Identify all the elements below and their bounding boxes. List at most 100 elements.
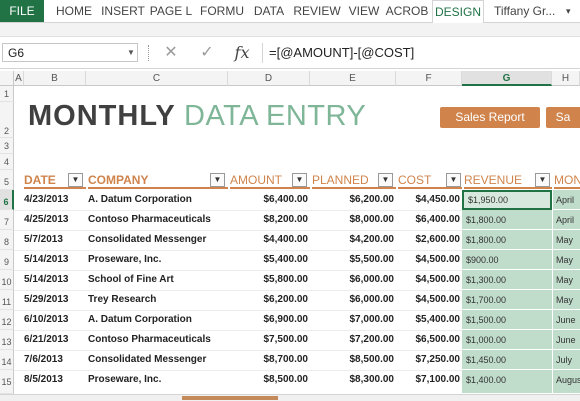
cell-cost[interactable]: $6,400.00 bbox=[396, 210, 461, 230]
cell-date[interactable]: 6/10/2013 bbox=[24, 310, 86, 330]
cell-date[interactable]: 5/14/2013 bbox=[24, 250, 86, 270]
sheet-tab-highlight[interactable] bbox=[182, 396, 278, 400]
column-header-a[interactable]: A bbox=[14, 71, 24, 86]
cell-cost[interactable]: $4,450.00 bbox=[396, 190, 461, 210]
cell-revenue-active[interactable]: $1,950.00 bbox=[462, 190, 552, 210]
row-header-7[interactable]: 7 bbox=[0, 210, 14, 230]
cell-planned[interactable]: $6,000.00 bbox=[310, 290, 395, 310]
amount-filter-dropdown-icon[interactable]: ▼ bbox=[292, 173, 307, 187]
row-header-5[interactable]: 5 bbox=[0, 170, 14, 190]
tab-review[interactable]: REVIEW bbox=[290, 0, 344, 22]
column-header-g[interactable]: G bbox=[462, 71, 552, 86]
cell-month[interactable]: April bbox=[552, 210, 580, 230]
row-header-8[interactable]: 8 bbox=[0, 230, 14, 250]
cell-revenue[interactable]: $1,450.00 bbox=[462, 350, 552, 370]
cell-company[interactable]: Contoso Pharmaceuticals bbox=[88, 210, 228, 230]
cell-date[interactable]: 8/5/2013 bbox=[24, 370, 86, 390]
insert-function-icon[interactable]: fx bbox=[230, 43, 254, 63]
column-header-c[interactable]: C bbox=[86, 71, 228, 86]
cell-company[interactable]: A. Datum Corporation bbox=[88, 310, 228, 330]
row-header-3[interactable]: 3 bbox=[0, 138, 14, 154]
tab-formulas[interactable]: FORMU bbox=[196, 0, 248, 22]
cell-planned[interactable]: $6,000.00 bbox=[310, 270, 395, 290]
cell-date[interactable]: 6/21/2013 bbox=[24, 330, 86, 350]
cell-amount[interactable]: $6,900.00 bbox=[228, 310, 309, 330]
cell-month[interactable]: June bbox=[552, 310, 580, 330]
tab-home[interactable]: HOME bbox=[50, 0, 98, 22]
cell-planned[interactable]: $8,000.00 bbox=[310, 210, 395, 230]
cancel-icon[interactable]: ✕ bbox=[160, 43, 182, 63]
cell-company[interactable]: Consolidated Messenger bbox=[88, 350, 228, 370]
cell-month[interactable]: June bbox=[552, 330, 580, 350]
row-header-10[interactable]: 10 bbox=[0, 270, 14, 290]
sales-report-button[interactable]: Sales Report bbox=[440, 107, 540, 128]
cell-planned[interactable]: $7,200.00 bbox=[310, 330, 395, 350]
cell-company[interactable]: Proseware, Inc. bbox=[88, 370, 228, 390]
cell-date[interactable]: 4/23/2013 bbox=[24, 190, 86, 210]
row-header-13[interactable]: 13 bbox=[0, 330, 14, 350]
column-header-b[interactable]: B bbox=[24, 71, 86, 86]
cell-company[interactable]: A. Datum Corporation bbox=[88, 190, 228, 210]
cell-amount[interactable]: $8,200.00 bbox=[228, 210, 309, 230]
date-filter-dropdown-icon[interactable]: ▼ bbox=[68, 173, 83, 187]
cell-month[interactable]: July bbox=[552, 350, 580, 370]
column-header-d[interactable]: D bbox=[228, 71, 310, 86]
formula-bar-grip[interactable] bbox=[148, 45, 152, 61]
row-header-4[interactable]: 4 bbox=[0, 154, 14, 170]
cell-planned[interactable]: $8,500.00 bbox=[310, 350, 395, 370]
tab-file[interactable]: FILE bbox=[0, 0, 44, 22]
cell-amount[interactable]: $8,500.00 bbox=[228, 370, 309, 390]
row-header-1[interactable]: 1 bbox=[0, 86, 14, 102]
row-header-6[interactable]: 6 bbox=[0, 190, 14, 210]
cell-cost[interactable]: $7,100.00 bbox=[396, 370, 461, 390]
cell-cost[interactable]: $2,600.00 bbox=[396, 230, 461, 250]
cell-amount[interactable]: $4,400.00 bbox=[228, 230, 309, 250]
cell-amount[interactable]: $6,400.00 bbox=[228, 190, 309, 210]
cell-amount[interactable]: $5,400.00 bbox=[228, 250, 309, 270]
second-report-button[interactable]: Sa bbox=[546, 107, 580, 128]
cell-planned[interactable]: $6,200.00 bbox=[310, 190, 395, 210]
cost-filter-dropdown-icon[interactable]: ▼ bbox=[446, 173, 461, 187]
cell-date[interactable]: 7/6/2013 bbox=[24, 350, 86, 370]
cell-month[interactable]: May bbox=[552, 270, 580, 290]
row-header-12[interactable]: 12 bbox=[0, 310, 14, 330]
cell-amount[interactable]: $8,700.00 bbox=[228, 350, 309, 370]
cell-cost[interactable]: $4,500.00 bbox=[396, 290, 461, 310]
row-header-2[interactable]: 2 bbox=[0, 102, 14, 138]
cell-date[interactable]: 4/25/2013 bbox=[24, 210, 86, 230]
select-all-corner[interactable] bbox=[0, 71, 14, 86]
enter-check-icon[interactable]: ✓ bbox=[196, 43, 218, 63]
cell-cost[interactable]: $4,500.00 bbox=[396, 250, 461, 270]
cell-company[interactable]: School of Fine Art bbox=[88, 270, 228, 290]
name-box-dropdown-icon[interactable]: ▼ bbox=[127, 43, 135, 62]
column-header-h[interactable]: H bbox=[552, 71, 580, 86]
cell-date[interactable]: 5/7/2013 bbox=[24, 230, 86, 250]
row-header-14[interactable]: 14 bbox=[0, 350, 14, 370]
cell-cost[interactable]: $5,400.00 bbox=[396, 310, 461, 330]
cell-revenue[interactable]: $1,300.00 bbox=[462, 270, 552, 290]
cell-cost[interactable]: $6,500.00 bbox=[396, 330, 461, 350]
tab-data[interactable]: DATA bbox=[250, 0, 288, 22]
cell-date[interactable]: 5/14/2013 bbox=[24, 270, 86, 290]
revenue-filter-dropdown-icon[interactable]: ▼ bbox=[535, 173, 550, 187]
cell-amount[interactable]: $7,500.00 bbox=[228, 330, 309, 350]
row-header-11[interactable]: 11 bbox=[0, 290, 14, 310]
cell-revenue[interactable]: $1,000.00 bbox=[462, 330, 552, 350]
cell-revenue[interactable]: $1,700.00 bbox=[462, 290, 552, 310]
tab-view[interactable]: VIEW bbox=[346, 0, 382, 22]
cell-company[interactable]: Trey Research bbox=[88, 290, 228, 310]
cell-company[interactable]: Consolidated Messenger bbox=[88, 230, 228, 250]
chevron-down-icon[interactable]: ▾ bbox=[566, 0, 571, 22]
cell-month[interactable]: May bbox=[552, 290, 580, 310]
cell-month[interactable]: April bbox=[552, 190, 580, 210]
planned-filter-dropdown-icon[interactable]: ▼ bbox=[378, 173, 393, 187]
formula-input[interactable]: =[@AMOUNT]-[@COST] bbox=[262, 43, 580, 63]
cell-revenue[interactable]: $900.00 bbox=[462, 250, 552, 270]
cell-revenue[interactable]: $1,800.00 bbox=[462, 210, 552, 230]
cell-revenue[interactable]: $1,400.00 bbox=[462, 370, 552, 394]
cell-cost[interactable]: $7,250.00 bbox=[396, 350, 461, 370]
cell-revenue[interactable]: $1,800.00 bbox=[462, 230, 552, 250]
cell-company[interactable]: Proseware, Inc. bbox=[88, 250, 228, 270]
column-header-f[interactable]: F bbox=[396, 71, 462, 86]
cell-planned[interactable]: $5,500.00 bbox=[310, 250, 395, 270]
